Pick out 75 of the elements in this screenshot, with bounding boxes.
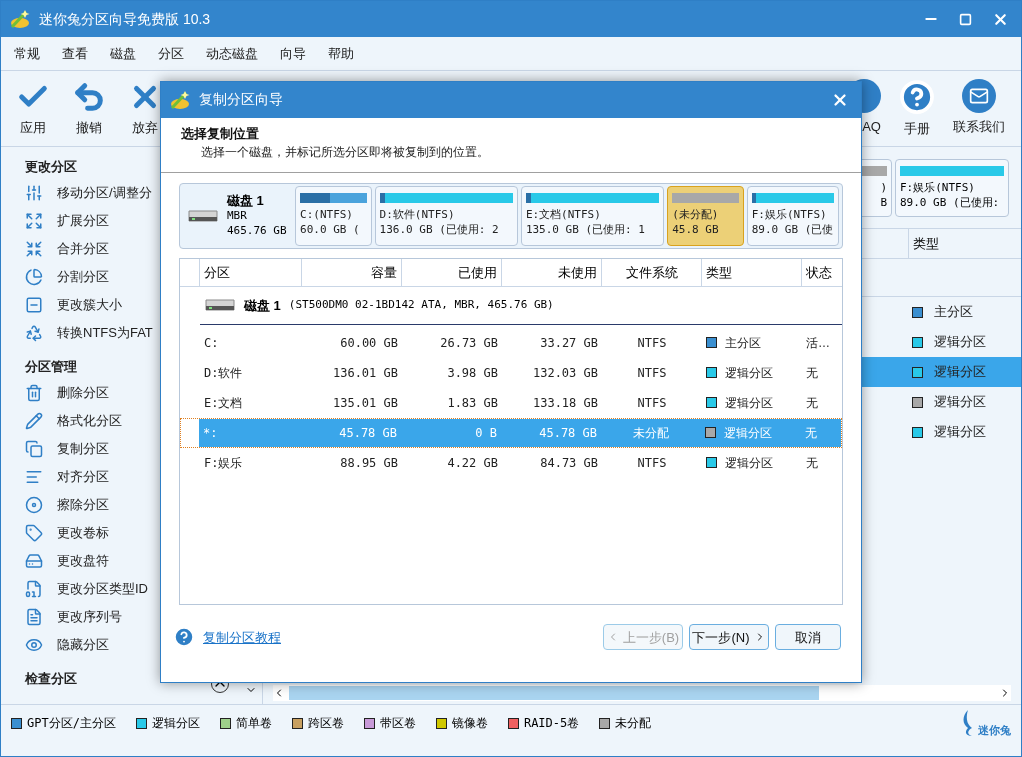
table-cell-text: 主分区: [725, 334, 761, 352]
table-cell-text: 未分配: [632, 424, 670, 442]
partition-name: D:软件(NTFS): [379, 206, 456, 222]
legend-label: RAID-5卷: [523, 715, 580, 732]
table-cell-text: D:软件: [203, 364, 244, 382]
section-title: 分区管理: [25, 358, 77, 377]
legend-label: 跨区卷: [307, 715, 344, 732]
table-cell-text: 1.83 GB: [446, 394, 499, 412]
table-cell-text: NTFS: [636, 364, 668, 382]
table-cell-text: 逻辑分区: [934, 363, 986, 382]
table-cell-text: 活…: [805, 334, 831, 352]
table-cell-text: 4.22 GB: [446, 454, 499, 472]
disk-name: 磁盘 1: [227, 193, 265, 209]
partition-size: 60.0 GB (: [300, 221, 361, 237]
partition-name: C:(NTFS): [300, 206, 354, 222]
table-cell-text: *:: [202, 424, 219, 442]
legend-label: 带区卷: [379, 715, 416, 732]
dialog-heading: 选择复制位置: [181, 124, 260, 143]
partition-name: (未分配): [672, 206, 720, 222]
table-cell-text: 33.27 GB: [539, 334, 599, 352]
table-cell-text: 逻辑分区: [725, 364, 773, 382]
disk-size: 465.76 GB: [227, 223, 287, 239]
table-cell-text: 133.18 GB: [531, 394, 599, 412]
table-cell-text: 无: [804, 424, 818, 442]
partition-size: 135.0 GB (已使用: 1: [525, 221, 646, 237]
table-cell-text: 逻辑分区: [934, 423, 986, 442]
table-cell-text: 132.03 GB: [531, 364, 599, 382]
partition-size: 45.8 GB: [672, 221, 720, 237]
table-cell-text: NTFS: [636, 454, 668, 472]
legend-label: GPT分区/主分区: [27, 715, 116, 732]
table-cell-text: 45.78 GB: [338, 424, 398, 442]
dialog-title: 复制分区向导: [199, 90, 283, 110]
table-cell-text: NTFS: [636, 394, 668, 412]
table-cell-text: 60.00 GB: [339, 334, 399, 352]
section-title: 检查分区: [25, 670, 77, 689]
logo-text: 迷你兔: [978, 722, 1011, 738]
partition-size: 89.0 GB (已使用:: [900, 194, 1001, 210]
section-title: 更改分区: [25, 158, 77, 177]
table-cell-text: 逻辑分区: [934, 333, 986, 352]
partition-name: ): [880, 179, 887, 195]
partition-name: E:文档(NTFS): [525, 206, 602, 222]
table-cell-text: 135.01 GB: [331, 394, 399, 412]
table-cell-text: 26.73 GB: [439, 334, 499, 352]
partition-size: 136.0 GB (已使用: 2: [379, 221, 500, 237]
partition-size: B: [880, 194, 887, 210]
table-cell-text: 45.78 GB: [538, 424, 598, 442]
dialog-subtitle: 选择一个磁盘，并标记所选分区即将被复制到的位置。: [200, 144, 490, 161]
table-cell-text: 主分区: [934, 303, 973, 322]
partition-size: 89.0 GB (已使: [751, 221, 834, 237]
table-cell-text: F:娱乐: [203, 454, 244, 472]
table-cell-text: NTFS: [636, 334, 668, 352]
disk-scheme: MBR: [227, 208, 248, 224]
disk-row-detail: (ST500DM0 02-1BD142 ATA, MBR, 465.76 GB): [288, 297, 554, 314]
legend-label: 镜像卷: [451, 715, 488, 732]
disk-row-name: 磁盘 1: [244, 296, 281, 315]
table-cell-text: C:: [203, 334, 220, 352]
table-cell-text: E:文档: [203, 394, 244, 412]
table-cell-text: 84.73 GB: [539, 454, 599, 472]
table-cell-text: 无: [805, 364, 819, 382]
table-cell-text: 逻辑分区: [724, 424, 772, 442]
legend-label: 逻辑分区: [151, 715, 200, 732]
legend-label: 未分配: [615, 715, 652, 732]
partition-name: F:娱乐(NTFS): [900, 179, 976, 195]
table-cell-text: 无: [805, 454, 819, 472]
partition-name: F:娱乐(NTFS): [751, 206, 828, 222]
table-cell-text: 3.98 GB: [446, 364, 499, 382]
window-title: 迷你兔分区向导免费版 10.3: [39, 9, 211, 29]
table-cell-text: 无: [805, 394, 819, 412]
table-cell-text: 逻辑分区: [934, 393, 986, 412]
table-cell-text: 逻辑分区: [725, 454, 773, 472]
table-cell-text: 0 B: [474, 424, 498, 442]
table-cell-text: 136.01 GB: [331, 364, 399, 382]
table-cell-text: 88.95 GB: [339, 454, 399, 472]
legend-label: 简单卷: [235, 715, 272, 732]
table-cell-text: 逻辑分区: [725, 394, 773, 412]
